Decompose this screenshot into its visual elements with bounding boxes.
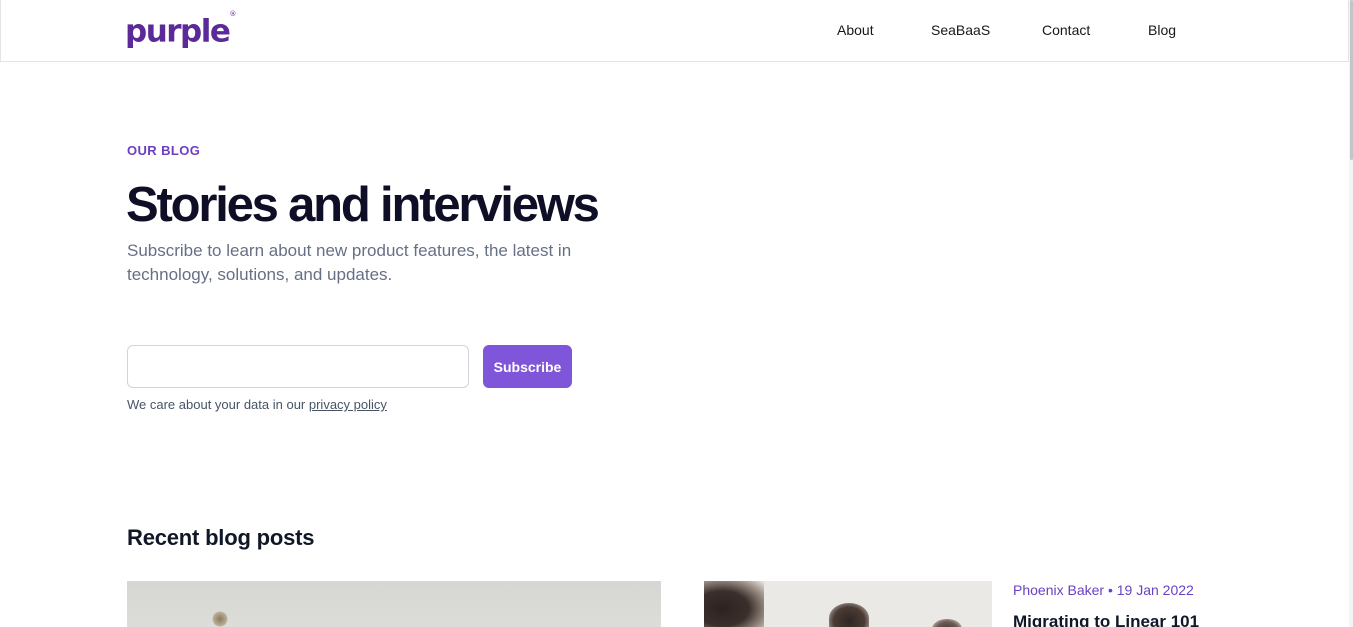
nav-link-about[interactable]: About: [837, 22, 874, 38]
email-field[interactable]: [127, 345, 469, 388]
nav-link-blog[interactable]: Blog: [1148, 22, 1176, 38]
post-author-date: Phoenix Baker • 19 Jan 2022: [1013, 582, 1194, 598]
nav-link-seabaas[interactable]: SeaBaaS: [931, 22, 990, 38]
nav-link-contact[interactable]: Contact: [1042, 22, 1090, 38]
hero-eyebrow: OUR BLOG: [127, 143, 201, 158]
image-detail: [704, 581, 764, 627]
image-detail: [212, 611, 228, 627]
logo-text: purple: [125, 13, 231, 50]
recent-posts-heading: Recent blog posts: [127, 525, 315, 550]
purple-logo[interactable]: purple®: [125, 10, 236, 49]
site-header: purple® About SeaBaaS Contact Blog: [0, 0, 1349, 62]
image-detail: [932, 619, 962, 627]
featured-post-image[interactable]: [127, 581, 661, 627]
image-detail: [829, 603, 869, 627]
hero-subtitle: Subscribe to learn about new product fea…: [127, 241, 572, 284]
privacy-policy-link[interactable]: privacy policy: [309, 397, 387, 412]
post-title-link[interactable]: Migrating to Linear 101: [1013, 611, 1199, 627]
privacy-prefix: We care about your data in our: [127, 397, 309, 412]
registered-mark: ®: [229, 10, 237, 18]
privacy-note: We care about your data in our privacy p…: [127, 397, 387, 413]
subscribe-button[interactable]: Subscribe: [483, 345, 572, 388]
page-title: Stories and interviews: [126, 178, 600, 232]
post-thumbnail-image[interactable]: [704, 581, 992, 627]
